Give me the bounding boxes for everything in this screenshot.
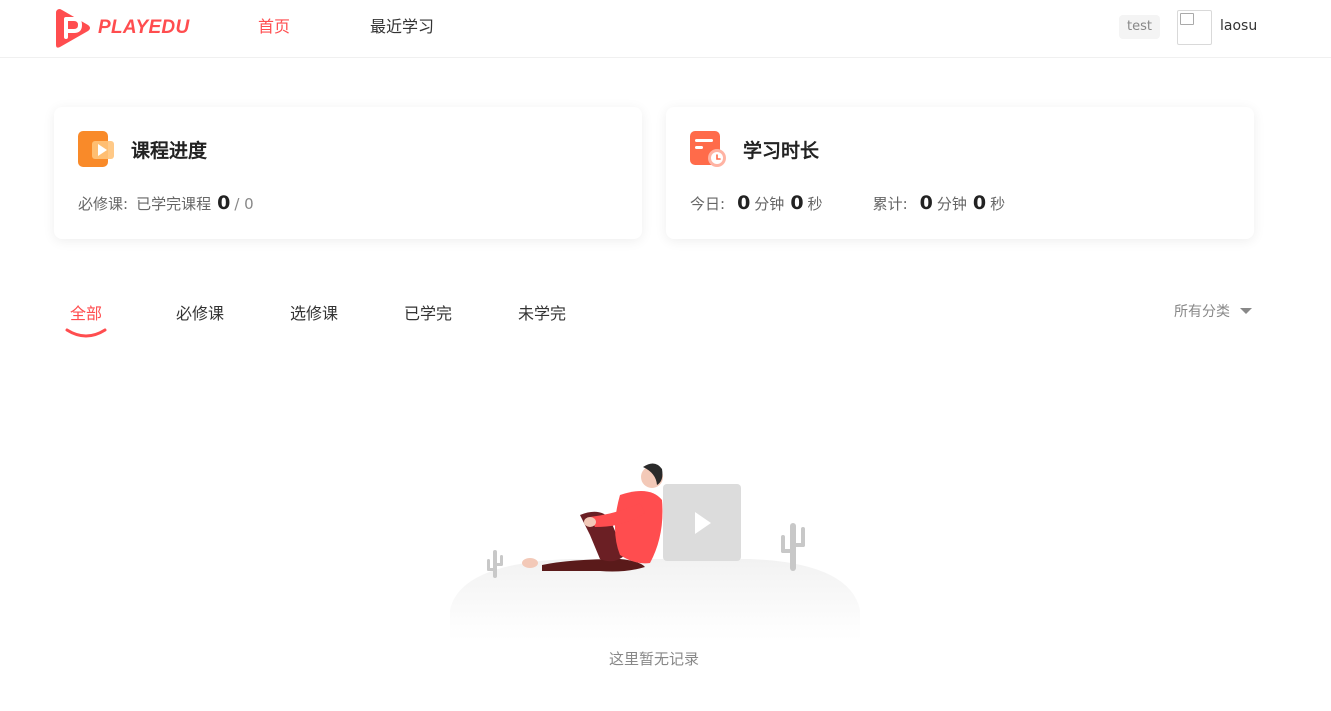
tab-completed[interactable]: 已学完 [404, 300, 452, 324]
empty-state-illustration [450, 463, 860, 640]
caret-down-icon [1240, 308, 1252, 314]
today-label: 今日: [690, 195, 726, 213]
active-tab-indicator [65, 328, 107, 338]
required-label: 必修课: [78, 195, 129, 213]
tab-elective[interactable]: 选修课 [290, 300, 338, 324]
category-filter-label: 所有分类 [1174, 304, 1230, 320]
calendar-clock-icon [690, 131, 726, 167]
brand-name: PLAYEDU [98, 17, 190, 38]
video-play-icon [78, 131, 114, 167]
department-badge[interactable]: test [1119, 15, 1160, 39]
total-label: 累计: [872, 195, 908, 213]
study-time-line: 今日: 0 分钟 0 秒 累计: 0 分钟 0 秒 [690, 192, 1005, 214]
total-second-unit: 秒 [990, 195, 1006, 213]
nav-home[interactable]: 首页 [258, 17, 290, 37]
course-progress-card: 课程进度 必修课: 已学完课程 0 / 0 [54, 107, 642, 239]
total-minutes: 0 [919, 192, 933, 214]
total-minute-unit: 分钟 [936, 195, 967, 213]
top-header: PLAYEDU 首页 最近学习 test laosu [0, 0, 1331, 58]
total-count: / 0 [234, 195, 254, 213]
tab-required[interactable]: 必修课 [176, 300, 224, 324]
study-time-title: 学习时长 [743, 140, 820, 162]
today-minutes: 0 [737, 192, 751, 214]
total-seconds: 0 [972, 192, 987, 214]
tab-all[interactable]: 全部 [70, 300, 102, 324]
playedu-logo-icon [56, 9, 90, 48]
brand-logo[interactable]: PLAYEDU [54, 7, 189, 49]
today-minute-unit: 分钟 [754, 195, 785, 213]
empty-state-text: 这里暂无记录 [608, 650, 699, 668]
username[interactable]: laosu [1220, 18, 1257, 34]
nav-recent-study[interactable]: 最近学习 [370, 17, 434, 37]
today-seconds: 0 [790, 192, 804, 214]
study-time-card: 学习时长 今日: 0 分钟 0 秒 累计: 0 分钟 0 秒 [666, 107, 1254, 239]
completed-count: 0 [217, 192, 231, 214]
category-filter[interactable]: 所有分类 [1174, 301, 1252, 321]
user-avatar[interactable] [1177, 10, 1212, 45]
today-second-unit: 秒 [807, 195, 823, 213]
broken-image-icon [1180, 13, 1194, 25]
tab-incomplete[interactable]: 未学完 [518, 300, 566, 324]
course-progress-title: 课程进度 [131, 140, 208, 162]
completed-label: 已学完课程 [136, 195, 212, 213]
required-progress-line: 必修课: 已学完课程 0 / 0 [78, 192, 254, 214]
